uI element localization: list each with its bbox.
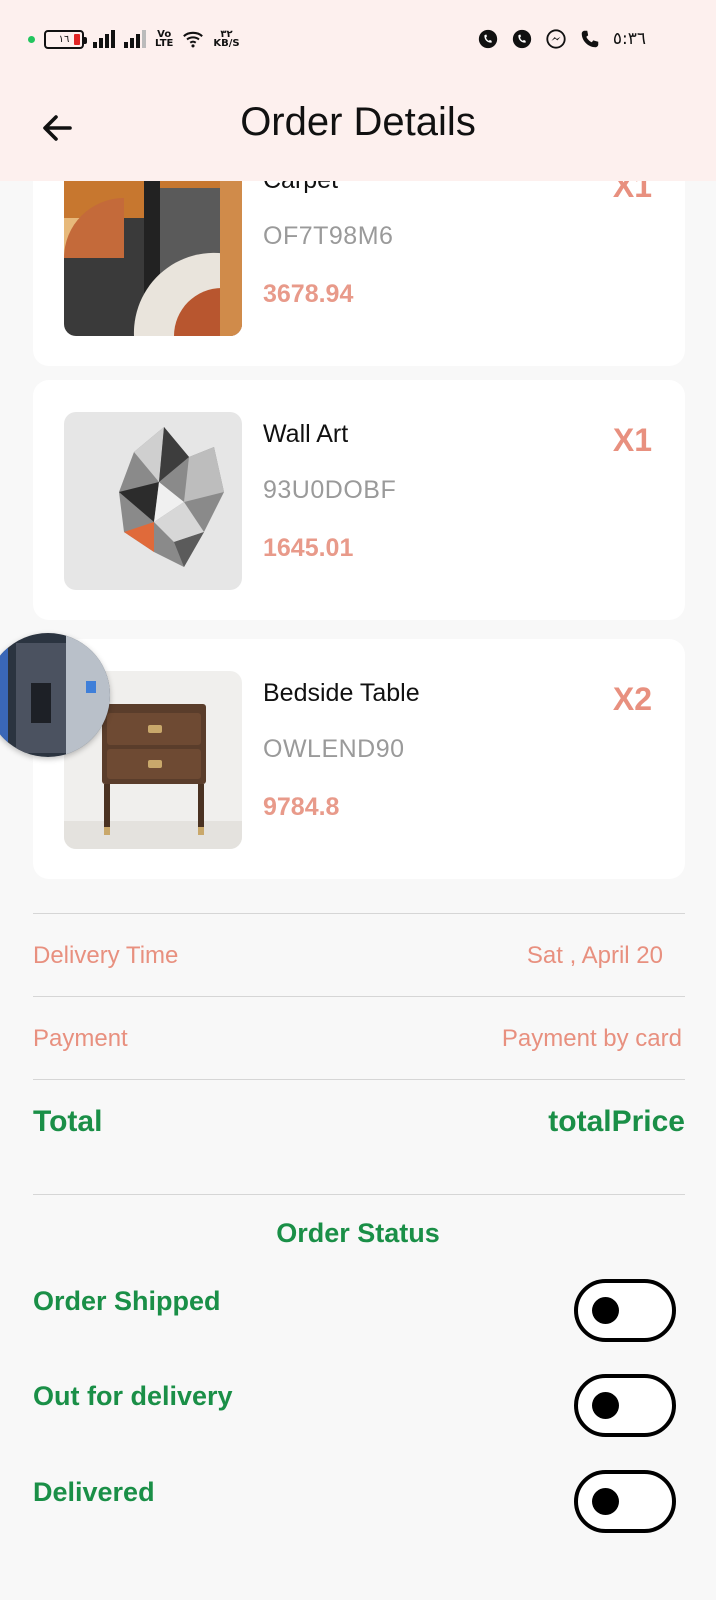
status-order-shipped-label: Order Shipped xyxy=(33,1286,221,1316)
item-name: Wall Art xyxy=(263,420,349,448)
order-item-card[interactable]: Bedside Table OWLEND90 9784.8 X2 xyxy=(33,639,685,879)
whatsapp-icon xyxy=(478,29,498,49)
payment-value: Payment by card xyxy=(501,1025,682,1052)
payment-label: Payment xyxy=(33,1025,128,1052)
phone-icon xyxy=(581,30,599,48)
item-quantity: X1 xyxy=(612,181,652,204)
delivery-time-label: Delivery Time xyxy=(33,942,179,969)
status-out-for-delivery-label: Out for delivery xyxy=(33,1381,233,1411)
item-code: OWLEND90 xyxy=(263,735,405,763)
item-price: 3678.94 xyxy=(263,280,354,308)
item-price: 1645.01 xyxy=(263,534,354,562)
divider xyxy=(33,996,685,997)
item-code: 93U0DOBF xyxy=(263,476,397,504)
item-code: OF7T98M6 xyxy=(263,222,394,250)
order-status-title: Order Status xyxy=(276,1218,440,1248)
wifi-icon xyxy=(183,31,204,48)
total-label: Total xyxy=(33,1105,103,1138)
battery-icon: ١٦ xyxy=(44,29,87,49)
volte-icon: Vo LTE xyxy=(155,29,174,49)
status-delivered-label: Delivered xyxy=(33,1477,155,1507)
order-item-card[interactable]: Wall Art 93U0DOBF 1645.01 X1 xyxy=(33,380,685,620)
product-image-carpet xyxy=(64,181,242,336)
order-details-content[interactable]: Carpet OF7T98M6 3678.94 X1 Wall Art 93U0… xyxy=(0,181,716,1600)
item-quantity: X2 xyxy=(612,681,652,717)
item-name: Bedside Table xyxy=(263,679,420,707)
data-speed: ٣٢ KB/S xyxy=(213,29,240,49)
delivery-time-value: Sat , April 20 xyxy=(526,942,663,969)
order-shipped-toggle[interactable] xyxy=(574,1279,676,1342)
divider xyxy=(33,1079,685,1080)
whatsapp-icon xyxy=(512,29,532,49)
battery-level: ١٦ xyxy=(58,33,70,45)
out-for-delivery-toggle[interactable] xyxy=(574,1374,676,1437)
signal-icon xyxy=(93,30,115,48)
item-price: 9784.8 xyxy=(263,793,340,821)
app-bar: Order Details xyxy=(0,80,716,181)
notification-dot xyxy=(28,35,35,43)
clock: ٥:٣٦ xyxy=(612,29,646,49)
order-item-card[interactable]: Carpet OF7T98M6 3678.94 X1 xyxy=(33,181,685,366)
status-bar-left: ١٦ Vo LTE ٣٢ KB/S xyxy=(28,28,240,50)
divider xyxy=(33,1194,685,1195)
delivered-toggle[interactable] xyxy=(574,1470,676,1533)
product-image-wall-art xyxy=(64,412,242,590)
item-quantity: X1 xyxy=(612,422,652,458)
total-value: totalPrice xyxy=(548,1105,685,1138)
item-name: Carpet xyxy=(263,181,338,195)
page-title: Order Details xyxy=(240,100,476,144)
messenger-icon xyxy=(546,29,566,49)
status-bar: ١٦ Vo LTE ٣٢ KB/S ٥:٣٦ xyxy=(0,0,716,80)
status-bar-right: ٥:٣٦ xyxy=(477,28,646,50)
divider xyxy=(33,913,685,914)
signal-icon-2 xyxy=(124,30,146,48)
